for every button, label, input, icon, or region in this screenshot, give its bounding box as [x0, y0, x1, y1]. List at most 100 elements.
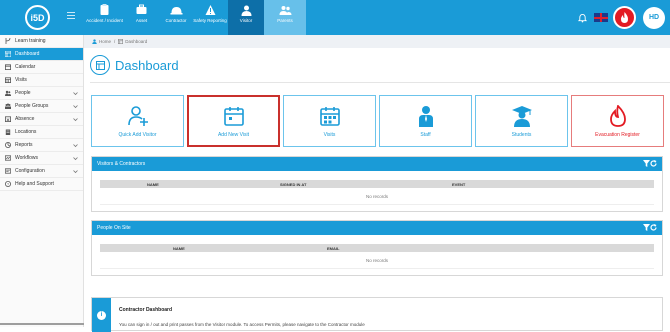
branch-icon [5, 38, 11, 44]
staff-icon [418, 105, 433, 127]
quick-action-tiles: Quick Add Visitor Add New Visit Visits S… [91, 95, 667, 147]
column-header-signed-in-at[interactable]: SIGNED IN AT [280, 182, 306, 187]
sidebar-item-label: Learn training [15, 38, 46, 44]
visitors-contractors-panel: Visitors & Contractors NAME SIGNED IN AT… [91, 156, 663, 212]
calendar-grid-icon [319, 106, 340, 126]
sidebar-item-label: People [15, 90, 31, 96]
column-header-name[interactable]: NAME [147, 182, 159, 187]
refresh-icon[interactable] [650, 224, 657, 231]
quick-add-visitor-tile[interactable]: Quick Add Visitor [91, 95, 184, 147]
sidebar-item-reports[interactable]: Reports [0, 139, 83, 152]
empty-state-text: No records [100, 188, 654, 205]
breadcrumb-home-link[interactable]: Home [99, 39, 111, 44]
sidebar-item-label: Calendar [15, 64, 36, 70]
table-header: NAME SIGNED IN AT EVENT [100, 180, 654, 188]
module-visitor[interactable]: Visitor [228, 0, 264, 35]
evacuation-register-tile[interactable]: Evacuation Register [571, 95, 664, 147]
hardhat-icon [170, 7, 182, 15]
sidebar-item-label: Absence [15, 116, 35, 122]
sidebar-item-label: Dashboard [15, 51, 40, 57]
sidebar: Learn training Dashboard Calendar Visits… [0, 35, 84, 327]
dashboard-icon [5, 51, 11, 57]
info-text: You can sign in / out and print passes f… [119, 322, 365, 327]
contractor-dashboard-info-panel: i Contractor Dashboard You can sign in /… [91, 297, 663, 332]
app-logo[interactable]: i5D [25, 5, 50, 30]
main-content: Home / Dashboard Dashboard Quick Add Vis… [84, 35, 670, 332]
sidebar-item-learn-training[interactable]: Learn training [0, 35, 83, 48]
module-switcher: Accident / Incident Asset Contractor Saf… [86, 0, 306, 35]
student-icon [511, 105, 532, 127]
panel-title: Visitors & Contractors [97, 161, 146, 167]
breadcrumb: Home / Dashboard [84, 35, 670, 48]
chevron-down-icon [73, 144, 78, 148]
sidebar-scrollbar[interactable] [0, 323, 84, 325]
table-header: NAME EMAIL [100, 244, 654, 252]
dashboard-icon [90, 55, 110, 75]
breadcrumb-current: Dashboard [125, 39, 148, 44]
module-label: Contractor [165, 18, 187, 23]
panel-header: People On Site [92, 221, 662, 235]
module-accident-incident[interactable]: Accident / Incident [86, 0, 123, 35]
tile-label: Add New Visit [217, 131, 250, 138]
info-title: Contractor Dashboard [119, 307, 173, 313]
staff-tile[interactable]: Staff [379, 95, 472, 147]
sidebar-item-locations[interactable]: Locations [0, 126, 83, 139]
chevron-down-icon [73, 170, 78, 174]
help-icon: ? [5, 181, 11, 187]
refresh-icon[interactable] [650, 160, 657, 167]
column-header-event[interactable]: EVENT [452, 182, 465, 187]
sidebar-item-label: Reports [15, 142, 33, 148]
fire-icon [609, 104, 626, 127]
visits-tile[interactable]: Visits [283, 95, 376, 147]
panel-tools [643, 160, 657, 167]
absence-icon [5, 116, 11, 122]
people-icon [279, 6, 291, 15]
panel-header: Visitors & Contractors [92, 157, 662, 171]
page-title: Dashboard [115, 57, 179, 73]
uk-flag-icon[interactable] [594, 13, 608, 22]
page-header: Dashboard [90, 55, 179, 75]
filter-icon[interactable] [643, 224, 650, 231]
logo-area: i5D [0, 0, 83, 35]
user-icon [92, 39, 97, 44]
panel-title: People On Site [97, 225, 131, 231]
sidebar-item-calendar[interactable]: Calendar [0, 61, 83, 74]
warning-icon [205, 5, 215, 15]
module-contractor[interactable]: Contractor [160, 0, 192, 35]
module-asset[interactable]: Asset [123, 0, 160, 35]
module-parents[interactable]: Parents [264, 0, 306, 35]
column-header-name[interactable]: NAME [173, 246, 185, 251]
add-new-visit-tile[interactable]: Add New Visit [187, 95, 280, 147]
sidebar-item-workflows[interactable]: Workflows [0, 152, 83, 165]
empty-state-text: No records [100, 252, 654, 269]
sidebar-item-absence[interactable]: Absence [0, 113, 83, 126]
sidebar-item-label: Help and Support [15, 181, 54, 187]
column-header-email[interactable]: EMAIL [327, 246, 339, 251]
sidebar-item-label: Visits [15, 77, 27, 83]
sidebar-item-label: People Groups [15, 103, 49, 109]
bell-icon[interactable] [578, 13, 587, 23]
user-icon [241, 5, 251, 16]
people-icon [5, 90, 11, 96]
sidebar-item-dashboard[interactable]: Dashboard [0, 48, 83, 61]
sidebar-item-configuration[interactable]: Configuration [0, 165, 83, 178]
sidebar-item-people-groups[interactable]: People Groups [0, 100, 83, 113]
config-icon [5, 168, 11, 174]
fire-icon [621, 12, 628, 23]
sidebar-item-people[interactable]: People [0, 87, 83, 100]
workflow-icon [5, 155, 11, 161]
chevron-down-icon [73, 92, 78, 96]
user-avatar[interactable]: HD [643, 6, 665, 29]
add-person-icon [127, 105, 148, 126]
sidebar-item-visits[interactable]: Visits [0, 74, 83, 87]
menu-toggle-icon[interactable] [67, 12, 75, 20]
sidebar-item-help-and-support[interactable]: ? Help and Support [0, 178, 83, 191]
reports-icon [5, 142, 11, 148]
module-safety-reporting[interactable]: Safety Reporting [192, 0, 228, 35]
evacuation-button[interactable] [613, 6, 636, 29]
tile-label: Evacuation Register [595, 131, 640, 138]
filter-icon[interactable] [643, 160, 650, 167]
module-label: Parents [277, 18, 293, 23]
students-tile[interactable]: Students [475, 95, 568, 147]
building-icon [5, 129, 11, 135]
